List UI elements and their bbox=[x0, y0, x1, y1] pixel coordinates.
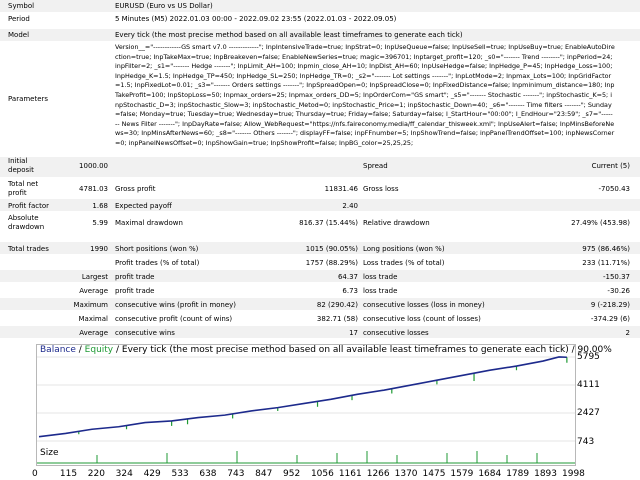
maximal-consecutive-loss-value: -374.29 (6) bbox=[590, 315, 630, 323]
x-tick-label: 533 bbox=[171, 469, 189, 479]
x-tick-label: 1893 bbox=[534, 469, 557, 479]
average-consecutive-label: Average bbox=[79, 329, 108, 337]
profit-factor-label: Profit factor bbox=[8, 202, 49, 210]
relative-drawdown-label: Relative drawdown bbox=[363, 219, 430, 227]
absolute-drawdown-label: Absolute drawdown bbox=[8, 214, 45, 231]
size-panel bbox=[36, 447, 576, 466]
initial-deposit-label: Initial deposit bbox=[8, 157, 34, 174]
average-consecutive-losses-value: 2 bbox=[625, 329, 630, 337]
x-tick-label: 324 bbox=[115, 469, 133, 479]
profit-trades-value: 1757 (88.29%) bbox=[305, 259, 358, 267]
period-label: Period bbox=[8, 15, 30, 23]
x-tick-label: 1789 bbox=[506, 469, 530, 479]
row-bg bbox=[0, 0, 640, 12]
gross-loss-value: -7050.43 bbox=[598, 185, 630, 193]
initial-deposit-value: 1000.00 bbox=[79, 162, 108, 170]
x-tick-label: 1998 bbox=[562, 469, 585, 479]
total-trades-label: Total trades bbox=[8, 245, 49, 253]
expected-payoff-value: 2.40 bbox=[342, 202, 358, 210]
parameters-text: Version__="------------GS smart v7.0 ---… bbox=[115, 43, 615, 147]
largest-label: Largest bbox=[81, 273, 108, 281]
symbol-value: EURUSD (Euro vs US Dollar) bbox=[115, 2, 213, 10]
short-positions-label: Short positions (won %) bbox=[115, 245, 199, 253]
max-consecutive-losses-value: 9 (-218.29) bbox=[590, 301, 630, 309]
max-consecutive-wins-value: 82 (290.42) bbox=[316, 301, 358, 309]
x-tick-label: 1056 bbox=[310, 469, 334, 479]
loss-trades-label: Loss trades (% of total) bbox=[363, 259, 445, 267]
size-chart-svg bbox=[37, 451, 575, 464]
average-label: Average bbox=[79, 287, 108, 295]
maximum-label: Maximum bbox=[73, 301, 109, 309]
loss-trades-value: 233 (11.71%) bbox=[582, 259, 630, 267]
largest-profit-label: profit trade bbox=[115, 273, 155, 281]
balance-chart bbox=[36, 344, 576, 449]
maximal-consecutive-loss-label: consecutive loss (count of losses) bbox=[363, 315, 481, 323]
x-tick-label: 1161 bbox=[338, 469, 362, 479]
gross-profit-value: 11831.46 bbox=[324, 185, 358, 193]
legend-separator: / bbox=[75, 345, 85, 355]
maximal-drawdown-label: Maximal drawdown bbox=[115, 219, 183, 227]
profit-factor-value: 1.68 bbox=[92, 202, 108, 210]
net-profit-value: 4781.03 bbox=[79, 185, 108, 193]
x-tick-label: 115 bbox=[59, 469, 78, 479]
total-trades-value: 1990 bbox=[90, 245, 108, 253]
average-profit-label: profit trade bbox=[115, 287, 155, 295]
x-tick-label: 429 bbox=[143, 469, 161, 479]
x-tick-label: 1579 bbox=[450, 469, 474, 479]
x-tick-label: 220 bbox=[87, 469, 105, 479]
symbol-label: Symbol bbox=[8, 2, 35, 10]
period-value: 5 Minutes (M5) 2022.01.03 00:00 - 2022.0… bbox=[115, 15, 397, 23]
spread-label: Spread bbox=[363, 162, 388, 170]
average-loss-label: loss trade bbox=[363, 287, 398, 295]
x-tick-label: 847 bbox=[255, 469, 273, 479]
x-tick-label: 0 bbox=[32, 469, 38, 479]
balance-line bbox=[38, 356, 567, 438]
max-consecutive-wins-label: consecutive wins (profit in money) bbox=[115, 301, 237, 309]
average-consecutive-losses-label: consecutive losses bbox=[363, 329, 429, 337]
x-tick-label: 952 bbox=[283, 469, 301, 479]
y-tick-label: 2427 bbox=[577, 408, 600, 418]
y-tick-label: 5795 bbox=[577, 352, 600, 362]
legend-balance: Balance bbox=[40, 345, 76, 355]
x-tick-label: 743 bbox=[227, 469, 245, 479]
legend-equity: Equity bbox=[84, 345, 114, 355]
absolute-drawdown-value: 5.99 bbox=[92, 219, 108, 227]
maximal-drawdown-value: 816.37 (15.44%) bbox=[299, 219, 358, 227]
chart-title: Balance / Equity / Every tick (the most … bbox=[40, 345, 612, 355]
y-tick-label: 743 bbox=[577, 437, 595, 447]
y-tick-label: 4111 bbox=[577, 380, 600, 390]
short-positions-value: 1015 (90.05%) bbox=[305, 245, 358, 253]
spread-value: Current (5) bbox=[591, 162, 630, 170]
chart-title-text: / Every tick (the most precise method ba… bbox=[113, 345, 612, 355]
largest-loss-label: loss trade bbox=[363, 273, 398, 281]
size-label: Size bbox=[40, 448, 59, 458]
expected-payoff-label: Expected payoff bbox=[115, 202, 172, 210]
average-loss-value: -30.26 bbox=[607, 287, 630, 295]
net-profit-label: Total net profit bbox=[8, 180, 39, 197]
gross-profit-label: Gross profit bbox=[115, 185, 156, 193]
gross-loss-label: Gross loss bbox=[363, 185, 399, 193]
balance-chart-svg bbox=[37, 356, 575, 442]
average-consecutive-wins-value: 17 bbox=[349, 329, 358, 337]
parameters-label: Parameters bbox=[8, 95, 49, 103]
long-positions-label: Long positions (won %) bbox=[363, 245, 445, 253]
maximal-consecutive-profit-value: 382.71 (58) bbox=[316, 315, 358, 323]
maximal-label: Maximal bbox=[78, 315, 108, 323]
long-positions-value: 975 (86.46%) bbox=[582, 245, 630, 253]
maximal-consecutive-profit-label: consecutive profit (count of wins) bbox=[115, 315, 233, 323]
relative-drawdown-value: 27.49% (453.98) bbox=[571, 219, 630, 227]
model-label: Model bbox=[8, 31, 30, 39]
x-tick-label: 1370 bbox=[394, 469, 418, 479]
average-profit-value: 6.73 bbox=[342, 287, 358, 295]
x-tick-label: 1684 bbox=[478, 469, 502, 479]
model-value: Every tick (the most precise method base… bbox=[115, 31, 463, 39]
x-tick-label: 1266 bbox=[366, 469, 390, 479]
average-consecutive-wins-label: consecutive wins bbox=[115, 329, 175, 337]
x-tick-label: 638 bbox=[199, 469, 217, 479]
x-tick-label: 1475 bbox=[422, 469, 446, 479]
largest-profit-value: 64.37 bbox=[337, 273, 358, 281]
largest-loss-value: -150.37 bbox=[602, 273, 630, 281]
profit-trades-label: Profit trades (% of total) bbox=[115, 259, 200, 267]
max-consecutive-losses-label: consecutive losses (loss in money) bbox=[363, 301, 485, 309]
